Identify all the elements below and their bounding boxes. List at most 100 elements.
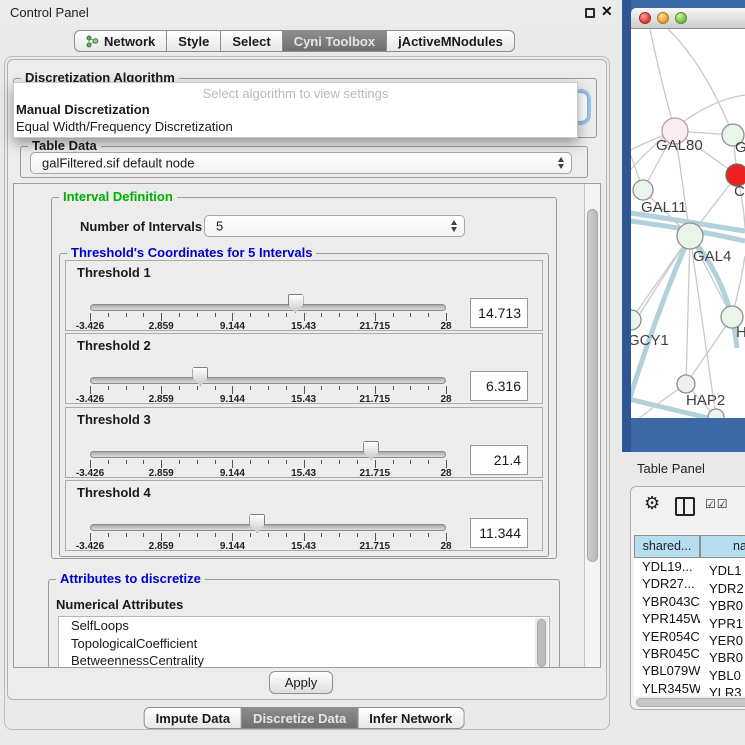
tab-label: Network <box>104 34 155 49</box>
tick-mark <box>143 313 144 317</box>
network-edge[interactable] <box>686 317 732 384</box>
list-item[interactable]: SelfLoops <box>59 617 549 635</box>
tick-mark <box>250 533 251 537</box>
combo-value: 5 <box>216 219 223 234</box>
slider-track[interactable] <box>90 524 446 531</box>
tab-network[interactable]: Network <box>74 30 167 52</box>
float-window-icon[interactable] <box>585 8 595 18</box>
table-row[interactable]: YPR145WYPR1 <box>634 610 745 627</box>
list-item[interactable]: TopologicalCoefficient <box>59 635 549 653</box>
table-row[interactable]: YDL19...YDL1 <box>634 558 745 575</box>
popup-option-manual-discretization[interactable]: Manual Discretization <box>14 101 577 118</box>
tick-mark <box>250 386 251 390</box>
network-window-titlebar[interactable] <box>631 8 745 29</box>
select-columns-icons[interactable]: ☑☑ <box>705 497 729 511</box>
table-row[interactable]: YDR27...YDR2 <box>634 575 745 592</box>
control-panel-titlebar: Control Panel ✕ <box>0 0 616 26</box>
network-node-label: GAL80 <box>656 137 703 154</box>
tick-mark <box>90 533 91 541</box>
tick-mark <box>126 386 127 390</box>
tick-mark <box>250 460 251 464</box>
list-scrollbar[interactable] <box>535 618 548 668</box>
table-row[interactable]: YER054CYER0 <box>634 628 745 645</box>
threshold-value-field[interactable]: 11.344 <box>470 518 528 548</box>
network-node[interactable] <box>633 180 653 200</box>
columns-icon[interactable] <box>675 497 695 516</box>
table-horizontal-scrollbar[interactable] <box>636 698 745 707</box>
tick-mark <box>126 313 127 317</box>
tick-label: 28 <box>440 321 451 332</box>
table-row[interactable]: YBR045CYBR0 <box>634 645 745 662</box>
network-node[interactable] <box>631 310 641 330</box>
combo-stepper-icon <box>558 157 564 169</box>
tick-label: 2.859 <box>149 541 174 552</box>
table-row[interactable]: YLR345WYLR3 <box>634 680 745 696</box>
tick-mark <box>143 386 144 390</box>
network-graph: GAL80GCGAL11GAL4GCY1HHAP2 <box>631 29 745 418</box>
threshold-3-block: Threshold 3 -3.4262.8599.14415.4321.7152… <box>65 407 543 478</box>
close-icon[interactable]: ✕ <box>601 3 613 20</box>
network-edge[interactable] <box>650 29 675 131</box>
tick-mark <box>393 313 394 317</box>
tab-style[interactable]: Style <box>167 30 221 52</box>
tab-impute-data[interactable]: Impute Data <box>144 707 242 729</box>
minimize-traffic-light[interactable] <box>657 12 669 24</box>
tab-jactivemnodules[interactable]: jActiveMNodules <box>387 30 515 52</box>
tick-mark <box>197 533 198 537</box>
network-node[interactable] <box>677 223 703 249</box>
tab-label: Discretize Data <box>253 711 346 726</box>
tick-mark <box>357 313 358 317</box>
tab-discretize-data[interactable]: Discretize Data <box>242 707 358 729</box>
scrollpane-scrollbar[interactable] <box>584 184 600 667</box>
list-scrollbar-thumb[interactable] <box>537 619 546 667</box>
tick-mark <box>375 460 376 468</box>
application-root: Control Panel ✕ Network Style Select Cyn… <box>0 0 745 745</box>
tick-mark <box>108 533 109 537</box>
network-node-label: GCY1 <box>631 332 669 349</box>
tick-mark <box>126 460 127 464</box>
tick-label: 15.43 <box>291 468 316 479</box>
network-node[interactable] <box>677 375 695 393</box>
tab-cyni-toolbox[interactable]: Cyni Toolbox <box>283 30 387 52</box>
threshold-value-field[interactable]: 6.316 <box>470 371 528 401</box>
bottom-tabstrip: Impute Data Discretize Data Infer Networ… <box>144 707 465 729</box>
scrollpane-scrollbar-thumb[interactable] <box>587 209 598 562</box>
gear-icon[interactable]: ⚙ <box>644 493 660 514</box>
network-view-canvas[interactable]: GAL80GCGAL11GAL4GCY1HHAP2 <box>631 29 745 418</box>
slider-track[interactable] <box>90 377 446 384</box>
network-node-label: HAP2 <box>686 392 725 409</box>
tick-mark <box>393 533 394 537</box>
tick-mark <box>108 460 109 464</box>
table-row[interactable]: YBR043CYBR0 <box>634 593 745 610</box>
table-panel-title: Table Panel <box>637 461 705 476</box>
network-node-label: C <box>734 183 745 200</box>
threshold-value-field[interactable]: 21.4 <box>470 445 528 475</box>
list-item[interactable]: BetweennessCentrality <box>59 652 549 668</box>
close-traffic-light[interactable] <box>639 12 651 24</box>
tick-mark <box>90 460 91 468</box>
tab-select[interactable]: Select <box>221 30 282 52</box>
network-node-label: G <box>735 139 745 156</box>
column-header-shared-name[interactable]: shared... <box>634 535 700 558</box>
popup-option-equal-width-frequency[interactable]: Equal Width/Frequency Discretization <box>14 118 577 135</box>
tick-mark <box>321 313 322 317</box>
tick-label: 28 <box>440 468 451 479</box>
slider-track[interactable] <box>90 451 446 458</box>
network-edge[interactable] <box>686 236 690 384</box>
apply-button[interactable]: Apply <box>269 671 333 694</box>
column-header-name[interactable]: na <box>700 535 745 558</box>
tick-mark <box>90 386 91 394</box>
tick-label: 21.715 <box>360 541 391 552</box>
table-data-combobox[interactable]: galFiltered.sif default node <box>30 152 572 174</box>
number-of-intervals-combobox[interactable]: 5 <box>204 215 465 237</box>
threshold-value-field[interactable]: 14.713 <box>470 298 528 328</box>
tick-label: -3.426 <box>76 321 104 332</box>
tab-infer-network[interactable]: Infer Network <box>358 707 464 729</box>
tab-label: Cyni Toolbox <box>294 34 375 49</box>
slider-track[interactable] <box>90 304 446 311</box>
cell-shared-name: YER054C <box>634 628 700 645</box>
tick-mark <box>250 313 251 317</box>
combo-stepper-icon <box>451 220 457 232</box>
table-row[interactable]: YBL079WYBL0 <box>634 662 745 679</box>
zoom-traffic-light[interactable] <box>675 12 687 24</box>
